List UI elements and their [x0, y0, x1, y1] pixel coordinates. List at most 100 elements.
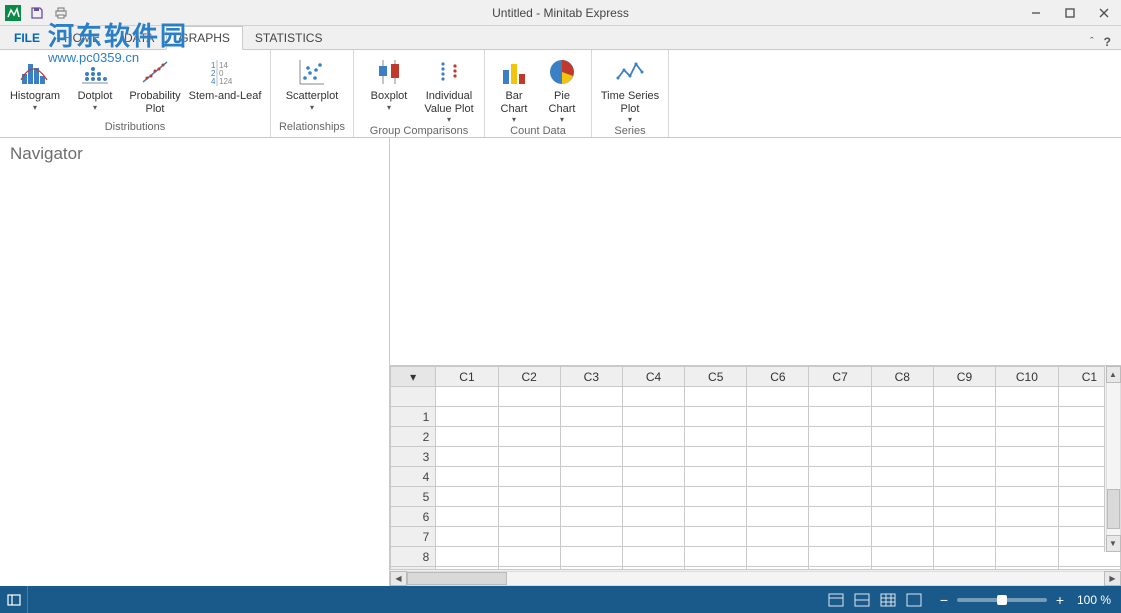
cell[interactable]	[747, 547, 809, 567]
cell[interactable]	[996, 547, 1059, 567]
output-area[interactable]	[390, 138, 1121, 366]
cell[interactable]	[871, 387, 933, 407]
cell[interactable]	[622, 427, 684, 447]
cell[interactable]	[685, 507, 747, 527]
row-header[interactable]: 2	[391, 427, 436, 447]
cell[interactable]	[498, 507, 560, 527]
cell[interactable]	[560, 447, 622, 467]
cell[interactable]	[560, 507, 622, 527]
zoom-level[interactable]: 100 %	[1077, 593, 1111, 607]
cell[interactable]	[809, 387, 871, 407]
row-header[interactable]	[391, 387, 436, 407]
cell[interactable]	[996, 447, 1059, 467]
cell[interactable]	[685, 567, 747, 570]
tab-graphs[interactable]: GRAPHS	[166, 26, 243, 50]
cell[interactable]	[871, 427, 933, 447]
cell[interactable]	[622, 447, 684, 467]
cell[interactable]	[809, 407, 871, 427]
column-header[interactable]: C7	[809, 367, 871, 387]
cell[interactable]	[436, 447, 498, 467]
cell[interactable]	[747, 387, 809, 407]
cell[interactable]	[685, 487, 747, 507]
tab-data[interactable]: DATA	[112, 27, 166, 49]
cell[interactable]	[747, 447, 809, 467]
vertical-scrollbar[interactable]: ▲ ▼	[1104, 366, 1121, 552]
cell[interactable]	[685, 467, 747, 487]
cell[interactable]	[747, 527, 809, 547]
dotplot-button[interactable]: Dotplot ▾	[66, 52, 124, 112]
corner-cell[interactable]: ▾	[391, 367, 436, 387]
row-header[interactable]: 7	[391, 527, 436, 547]
close-button[interactable]	[1087, 0, 1121, 26]
cell[interactable]	[436, 487, 498, 507]
cell[interactable]	[436, 387, 498, 407]
collapse-ribbon-icon[interactable]: ˆ	[1090, 36, 1094, 48]
zoom-slider[interactable]	[957, 598, 1047, 602]
scroll-left-arrow-icon[interactable]: ◀	[390, 571, 407, 586]
cell[interactable]	[809, 467, 871, 487]
column-header[interactable]: C6	[747, 367, 809, 387]
column-header[interactable]: C10	[996, 367, 1059, 387]
cell[interactable]	[622, 387, 684, 407]
tab-statistics[interactable]: STATISTICS	[243, 27, 335, 49]
cell[interactable]	[933, 467, 995, 487]
cell[interactable]	[871, 527, 933, 547]
cell[interactable]	[622, 467, 684, 487]
cell[interactable]	[996, 567, 1059, 570]
bar-chart-button[interactable]: Bar Chart ▾	[491, 52, 537, 124]
cell[interactable]	[933, 547, 995, 567]
cell[interactable]	[933, 387, 995, 407]
cell[interactable]	[809, 487, 871, 507]
hscroll-thumb[interactable]	[407, 572, 507, 585]
cell[interactable]	[498, 467, 560, 487]
tab-home[interactable]: HOME	[52, 27, 112, 49]
individual-value-plot-button[interactable]: Individual Value Plot ▾	[420, 52, 478, 124]
cell[interactable]	[498, 447, 560, 467]
save-icon[interactable]	[28, 4, 46, 22]
view-split-icon[interactable]	[849, 590, 875, 610]
cell[interactable]	[809, 547, 871, 567]
cell[interactable]	[933, 407, 995, 427]
cell[interactable]	[685, 547, 747, 567]
horizontal-scrollbar[interactable]: ◀ ▶	[390, 569, 1121, 586]
cell[interactable]	[809, 527, 871, 547]
column-header[interactable]: C8	[871, 367, 933, 387]
cell[interactable]	[685, 387, 747, 407]
row-header[interactable]: 4	[391, 467, 436, 487]
pie-chart-button[interactable]: Pie Chart ▾	[539, 52, 585, 124]
cell[interactable]	[560, 407, 622, 427]
cell[interactable]	[622, 507, 684, 527]
row-header[interactable]: 5	[391, 487, 436, 507]
cell[interactable]	[747, 467, 809, 487]
cell[interactable]	[560, 467, 622, 487]
cell[interactable]	[622, 547, 684, 567]
cell[interactable]	[498, 487, 560, 507]
zoom-out-button[interactable]: −	[937, 592, 951, 608]
column-header[interactable]: C3	[560, 367, 622, 387]
cell[interactable]	[560, 547, 622, 567]
cell[interactable]	[747, 407, 809, 427]
cell[interactable]	[436, 407, 498, 427]
cell[interactable]	[685, 527, 747, 547]
column-header[interactable]: C1	[436, 367, 498, 387]
cell[interactable]	[933, 507, 995, 527]
time-series-plot-button[interactable]: Time Series Plot ▾	[598, 52, 662, 124]
view-output-icon[interactable]	[823, 590, 849, 610]
cell[interactable]	[996, 507, 1059, 527]
scroll-up-arrow-icon[interactable]: ▲	[1106, 366, 1121, 383]
cell[interactable]	[933, 427, 995, 447]
row-header[interactable]: 9	[391, 567, 436, 570]
cell[interactable]	[747, 507, 809, 527]
hscroll-track[interactable]	[407, 571, 1104, 586]
column-header[interactable]: C2	[498, 367, 560, 387]
zoom-in-button[interactable]: +	[1053, 592, 1067, 608]
cell[interactable]	[747, 487, 809, 507]
cell[interactable]	[498, 427, 560, 447]
cell[interactable]	[560, 567, 622, 570]
scatterplot-button[interactable]: Scatterplot ▾	[277, 52, 347, 112]
cell[interactable]	[560, 487, 622, 507]
column-header[interactable]: C5	[685, 367, 747, 387]
cell[interactable]	[871, 507, 933, 527]
cell[interactable]	[996, 487, 1059, 507]
cell[interactable]	[560, 427, 622, 447]
